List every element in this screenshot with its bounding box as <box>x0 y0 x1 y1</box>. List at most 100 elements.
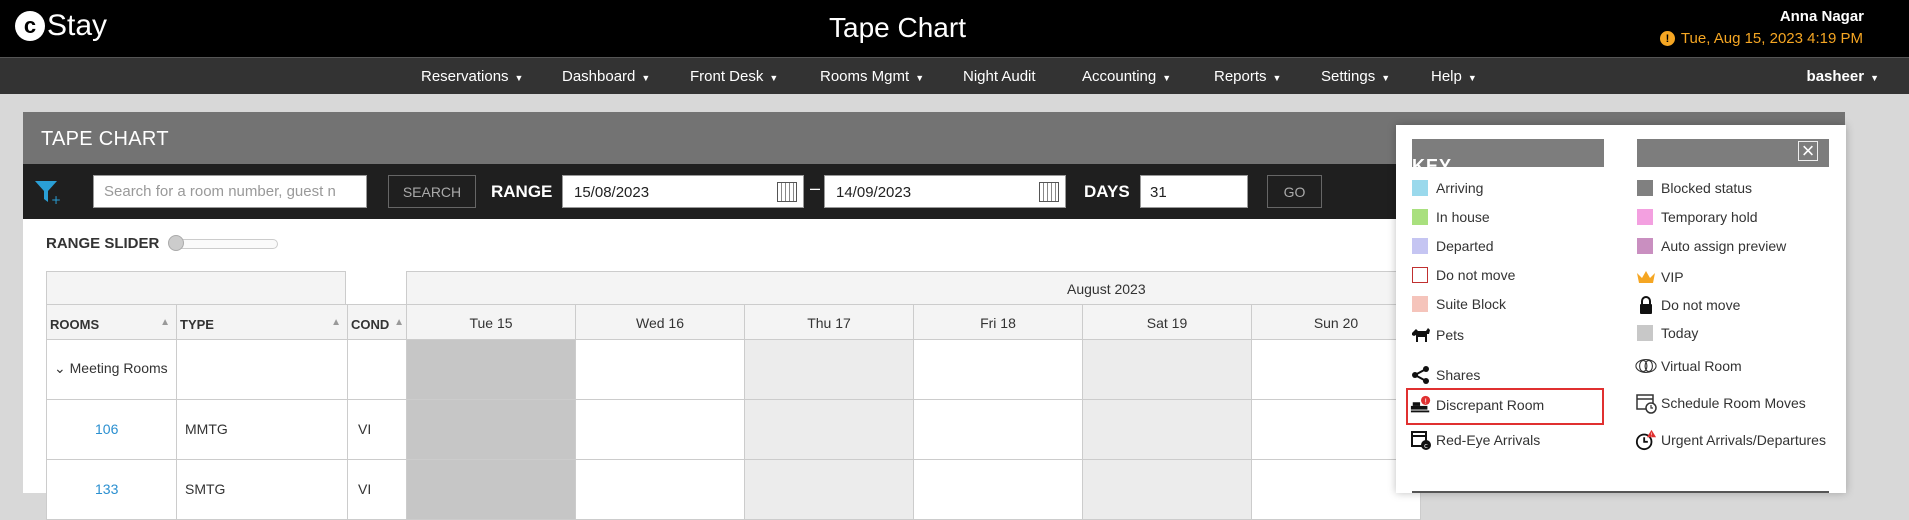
nav-front-desk[interactable]: Front Desk ▼ <box>690 68 778 85</box>
room-type: MMTG <box>185 421 228 437</box>
room-group[interactable]: ⌄ Meeting Rooms <box>54 360 168 377</box>
legend-departed: Departed <box>1412 238 1494 254</box>
page-title: Tape Chart <box>829 12 966 43</box>
legend-label: Departed <box>1436 238 1494 254</box>
legend-swatch <box>1412 209 1428 225</box>
key-title: KEY <box>1412 156 1453 170</box>
sort-icon[interactable]: ▲ <box>160 317 170 328</box>
day-header: Tue 15 <box>406 304 576 340</box>
legend-label: Schedule Room Moves <box>1661 395 1806 411</box>
day-cell[interactable] <box>575 339 745 400</box>
legend-label: Auto assign preview <box>1661 238 1787 254</box>
day-cell-today[interactable] <box>406 399 576 460</box>
day-header: Sat 19 <box>1082 304 1252 340</box>
nav-rooms-mgmt[interactable]: Rooms Mgmt ▼ <box>820 68 924 85</box>
room-type-cell: MMTG <box>176 399 348 460</box>
nav-accounting[interactable]: Accounting ▼ <box>1082 68 1171 85</box>
legend-swatch <box>1412 296 1428 312</box>
column-label: TYPE <box>180 317 214 332</box>
empty-cell <box>347 339 407 400</box>
table-row: 133 <box>46 459 177 520</box>
room-cond: VI <box>358 481 372 497</box>
day-cell[interactable] <box>744 339 914 400</box>
legend-schedule-room-moves: Schedule Room Moves <box>1635 392 1806 414</box>
legend-red-eye-arrivals: c Red-Eye Arrivals <box>1410 429 1540 451</box>
legend-label: Today <box>1661 325 1699 341</box>
day-cell[interactable] <box>575 399 745 460</box>
virtual-room-icon <box>1635 355 1657 377</box>
room-cond: VI <box>358 421 372 437</box>
red-eye-calendar-icon: c <box>1410 429 1432 451</box>
sort-icon[interactable]: ▲ <box>331 317 341 328</box>
month-label: August 2023 <box>1067 281 1146 297</box>
legend-today: Today <box>1637 325 1698 341</box>
legend-pets: Pets <box>1410 324 1464 346</box>
column-header-cond[interactable]: COND ▲ <box>347 304 407 340</box>
datetime-text: Tue, Aug 15, 2023 4:19 PM <box>1680 30 1863 47</box>
close-icon[interactable]: × <box>1798 140 1818 162</box>
room-type: SMTG <box>185 481 226 497</box>
legend-discrepant-room: ! Discrepant Room <box>1410 394 1544 416</box>
legend-swatch <box>1637 209 1653 225</box>
dog-icon <box>1410 324 1432 346</box>
legend-label: Red-Eye Arrivals <box>1436 432 1541 448</box>
day-header: Fri 18 <box>913 304 1083 340</box>
nav-reservations[interactable]: Reservations ▼ <box>421 68 523 85</box>
legend-do-not-move-box: Do not move <box>1412 267 1515 283</box>
legend-swatch <box>1637 238 1653 254</box>
day-cell[interactable] <box>1082 399 1252 460</box>
day-cell[interactable] <box>744 459 914 520</box>
nav-night-audit[interactable]: Night Audit <box>963 68 1036 85</box>
day-header: Thu 17 <box>744 304 914 340</box>
nav-settings[interactable]: Settings ▼ <box>1321 68 1390 85</box>
legend-in-house: In house <box>1412 209 1490 225</box>
caret-down-icon: ▼ <box>514 73 524 83</box>
property-name: Anna Nagar <box>1779 8 1864 25</box>
legend-shares: Shares <box>1410 364 1480 386</box>
nav-label: Front Desk <box>690 68 764 85</box>
day-cell-today[interactable] <box>406 339 576 400</box>
day-cell[interactable] <box>913 399 1083 460</box>
day-cell[interactable] <box>1082 459 1252 520</box>
legend-swatch <box>1412 267 1428 283</box>
sort-icon[interactable]: ▲ <box>394 317 404 328</box>
user-menu[interactable]: basheer ▼ <box>1807 68 1879 85</box>
legend-urgent-arrivals: ! Urgent Arrivals/Departures <box>1635 429 1826 451</box>
svg-text:!: ! <box>1424 397 1427 406</box>
room-number-link[interactable]: 133 <box>95 481 118 497</box>
nav-help[interactable]: Help ▼ <box>1431 68 1477 85</box>
legend-label: Shares <box>1436 367 1481 383</box>
caret-down-icon: ▼ <box>1870 73 1879 83</box>
room-cond-cell: VI <box>347 459 407 520</box>
legend-label: VIP <box>1661 269 1684 285</box>
legend-label: Virtual Room <box>1661 358 1742 374</box>
chevron-down-icon[interactable]: ⌄ <box>54 360 66 376</box>
caret-down-icon: ▼ <box>641 73 651 83</box>
column-header-rooms[interactable]: ROOMS ▲ <box>46 304 177 340</box>
caret-down-icon: ▼ <box>1467 73 1477 83</box>
day-cell[interactable] <box>1082 339 1252 400</box>
caret-down-icon: ▼ <box>915 73 925 83</box>
day-cell[interactable] <box>575 459 745 520</box>
room-group-row[interactable]: ⌄ Meeting Rooms <box>46 339 177 400</box>
legend-label: Do not move <box>1661 297 1741 313</box>
legend-temporary-hold: Temporary hold <box>1637 209 1758 225</box>
caret-down-icon: ▼ <box>1381 73 1391 83</box>
warning-icon[interactable]: ! <box>1659 31 1675 46</box>
column-label: ROOMS <box>50 317 100 332</box>
room-cond-cell: VI <box>347 399 407 460</box>
day-cell[interactable] <box>913 339 1083 400</box>
day-cell-today[interactable] <box>406 459 576 520</box>
day-cell[interactable] <box>744 399 914 460</box>
table-row: 106 <box>46 399 177 460</box>
discrepant-room-icon: ! <box>1410 394 1432 416</box>
legend-arriving: Arriving <box>1412 180 1483 196</box>
nav-label: Accounting <box>1082 68 1157 85</box>
nav-reports[interactable]: Reports ▼ <box>1214 68 1281 85</box>
legend-blocked-status: Blocked status <box>1637 180 1752 196</box>
column-header-type[interactable]: TYPE ▲ <box>176 304 348 340</box>
legend-vip: VIP <box>1635 266 1684 288</box>
nav-dashboard[interactable]: Dashboard ▼ <box>562 68 650 85</box>
day-cell[interactable] <box>913 459 1083 520</box>
room-number-link[interactable]: 106 <box>95 421 118 437</box>
